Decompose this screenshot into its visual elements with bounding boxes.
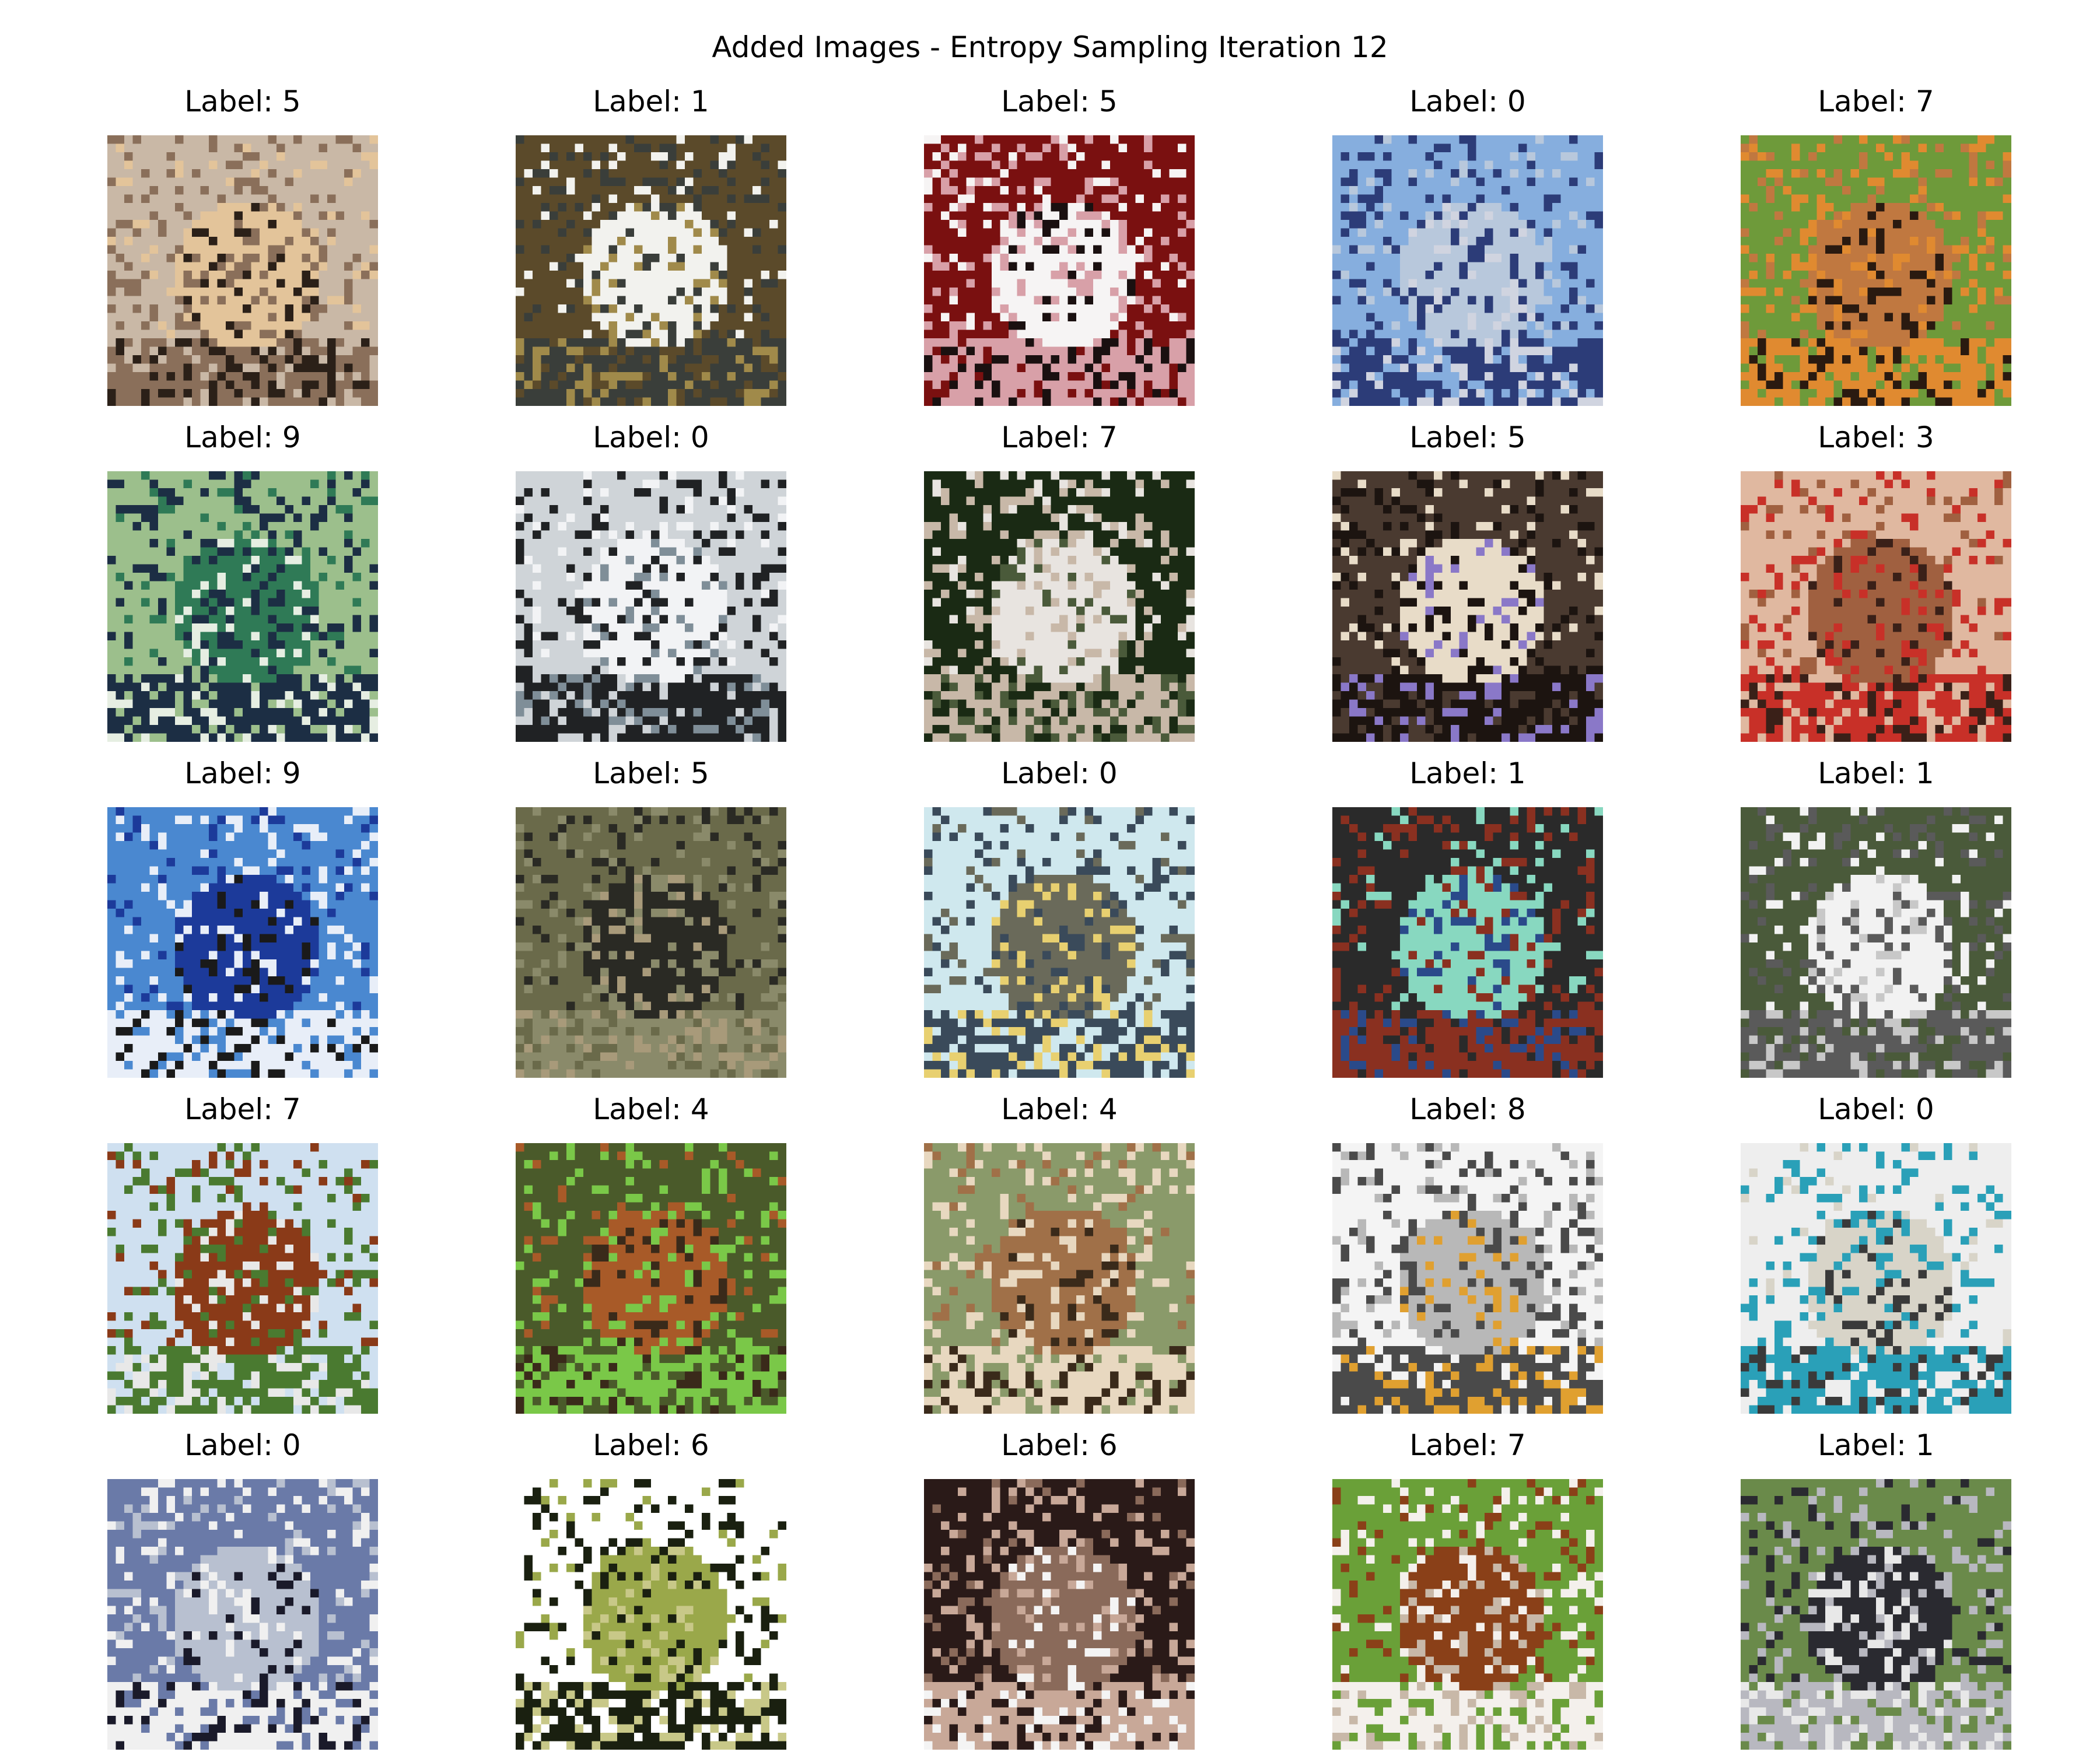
- image-panel: Label: 4: [924, 1089, 1195, 1416]
- cat-image: [1741, 471, 2011, 742]
- truck-image: [107, 807, 378, 1078]
- ship-image: [1332, 1143, 1603, 1414]
- image-panel: Label: 9: [107, 754, 378, 1080]
- figure: Added Images - Entropy Sampling Iteratio…: [0, 0, 2100, 1750]
- image-label: Label: 0: [1694, 1089, 2058, 1129]
- image-panel: Label: 5: [516, 754, 786, 1080]
- image-panel: Label: 1: [1741, 1425, 2011, 1752]
- image-label: Label: 4: [877, 1089, 1241, 1129]
- image-panel: Label: 3: [1741, 418, 2011, 744]
- image-panel: Label: 1: [1332, 754, 1603, 1080]
- image-label: Label: 0: [61, 1425, 425, 1465]
- image-label: Label: 3: [1694, 418, 2058, 457]
- image-panel: Label: 0: [516, 418, 786, 744]
- frog-image: [516, 1479, 786, 1750]
- figure-title: Added Images - Entropy Sampling Iteratio…: [0, 27, 2100, 68]
- image-label: Label: 1: [1286, 754, 1650, 793]
- image-panel: Label: 5: [107, 82, 378, 408]
- image-label: Label: 5: [61, 82, 425, 121]
- image-label: Label: 6: [469, 1425, 833, 1465]
- dog-image: [924, 135, 1195, 406]
- image-label: Label: 9: [61, 754, 425, 793]
- image-panel: Label: 6: [516, 1425, 786, 1752]
- image-panel: Label: 8: [1332, 1089, 1603, 1416]
- image-label: Label: 0: [877, 754, 1241, 793]
- image-panel: Label: 0: [107, 1425, 378, 1752]
- puppy-image: [107, 135, 378, 406]
- image-label: Label: 9: [61, 418, 425, 457]
- deer-image: [516, 1143, 786, 1414]
- horse-image: [1332, 1479, 1603, 1750]
- image-label: Label: 7: [1286, 1425, 1650, 1465]
- image-label: Label: 1: [1694, 1425, 2058, 1465]
- image-panel: Label: 0: [924, 754, 1195, 1080]
- horse-image: [107, 1143, 378, 1414]
- airplane-image: [1332, 135, 1603, 406]
- image-panel: Label: 9: [107, 418, 378, 744]
- horse-image: [1741, 135, 2011, 406]
- airplane-image: [107, 1479, 378, 1750]
- image-panel: Label: 6: [924, 1425, 1195, 1752]
- image-label: Label: 8: [1286, 1089, 1650, 1129]
- car-image: [516, 135, 786, 406]
- horse-image: [924, 471, 1195, 742]
- image-label: Label: 1: [1694, 754, 2058, 793]
- image-panel: Label: 7: [924, 418, 1195, 744]
- image-label: Label: 7: [61, 1089, 425, 1129]
- image-panel: Label: 4: [516, 1089, 786, 1416]
- image-label: Label: 5: [1286, 418, 1650, 457]
- airplane-image: [516, 471, 786, 742]
- truck-image: [107, 471, 378, 742]
- airplane-image: [924, 807, 1195, 1078]
- image-label: Label: 1: [469, 82, 833, 121]
- image-panel: Label: 5: [924, 82, 1195, 408]
- image-panel: Label: 5: [1332, 418, 1603, 744]
- image-panel: Label: 7: [1332, 1425, 1603, 1752]
- airplane-image: [1741, 1143, 2011, 1414]
- image-label: Label: 0: [1286, 82, 1650, 121]
- image-panel: Label: 1: [1741, 754, 2011, 1080]
- image-label: Label: 7: [877, 418, 1241, 457]
- image-label: Label: 7: [1694, 82, 2058, 121]
- image-panel: Label: 7: [1741, 82, 2011, 408]
- car-image: [1741, 807, 2011, 1078]
- image-label: Label: 4: [469, 1089, 833, 1129]
- deer-image: [924, 1143, 1195, 1414]
- image-panel: Label: 0: [1332, 82, 1603, 408]
- image-label: Label: 0: [469, 418, 833, 457]
- image-label: Label: 5: [877, 82, 1241, 121]
- dog-image: [1332, 471, 1603, 742]
- image-panel: Label: 0: [1741, 1089, 2011, 1416]
- dog-image: [516, 807, 786, 1078]
- image-panel: Label: 7: [107, 1089, 378, 1416]
- image-label: Label: 6: [877, 1425, 1241, 1465]
- image-panel: Label: 1: [516, 82, 786, 408]
- car-image: [1332, 807, 1603, 1078]
- car-image: [1741, 1479, 2011, 1750]
- image-label: Label: 5: [469, 754, 833, 793]
- frog-image: [924, 1479, 1195, 1750]
